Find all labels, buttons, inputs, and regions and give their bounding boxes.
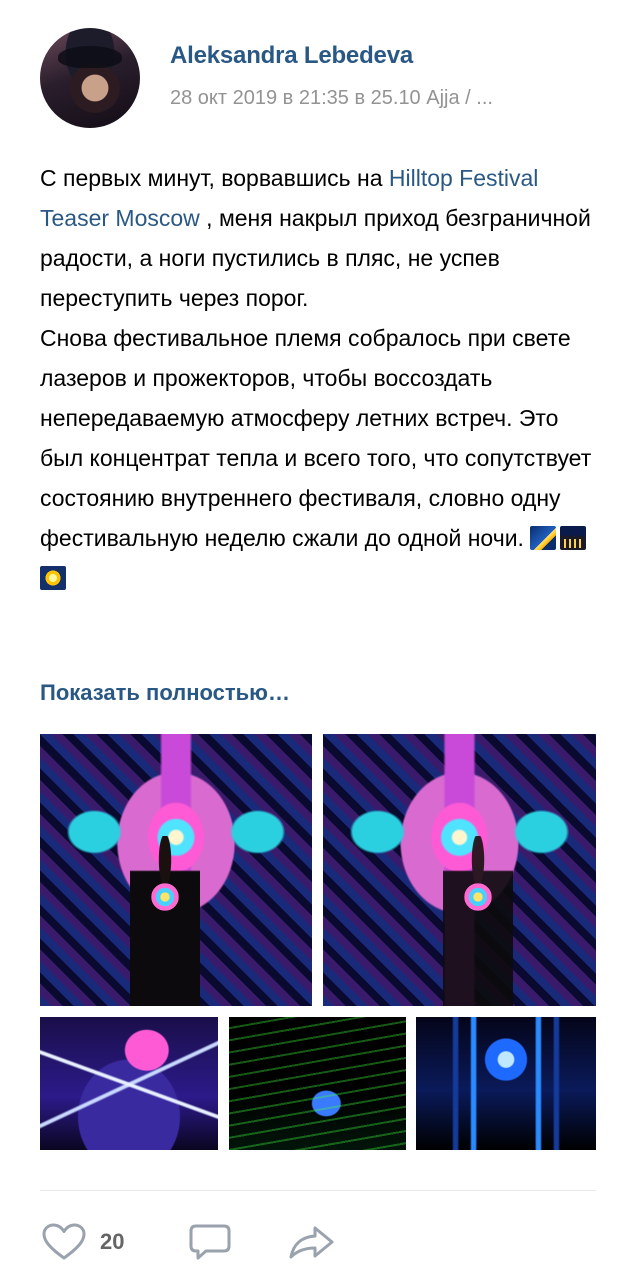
footer-divider (40, 1190, 596, 1191)
photo-2[interactable] (323, 734, 596, 1006)
person-silhouette (130, 836, 200, 1006)
person-silhouette (443, 836, 513, 1006)
comet-emoji (530, 526, 557, 550)
photo-5[interactable] (416, 1017, 596, 1150)
post-text-body: Снова фестивальное племя собралось при с… (40, 325, 592, 551)
like-button[interactable]: 20 (40, 1222, 124, 1262)
heart-icon (40, 1222, 88, 1262)
photo-4[interactable] (229, 1017, 406, 1150)
wall-post: Aleksandra Lebedeva 28 окт 2019 в 21:35 … (0, 0, 637, 1283)
comment-button[interactable] (188, 1222, 232, 1262)
like-count: 20 (100, 1229, 125, 1254)
night-city-emoji (560, 526, 587, 550)
share-arrow-icon (287, 1222, 337, 1262)
shirt-print (463, 880, 493, 914)
author-avatar[interactable] (40, 28, 140, 128)
post-text: С первых минут, ворвавшись на Hilltop Fe… (40, 158, 600, 598)
author-name[interactable]: Aleksandra Lebedeva (170, 42, 413, 70)
post-text-intro: С первых минут, ворвавшись на (40, 165, 389, 191)
photo-1[interactable] (40, 734, 312, 1006)
shirt-print (150, 880, 180, 914)
sparkle-emoji (40, 566, 66, 590)
comment-bubble-icon (188, 1222, 232, 1262)
post-meta[interactable]: 28 окт 2019 в 21:35 в 25.10 Ajja / ... (170, 87, 590, 110)
photo-3[interactable] (40, 1017, 218, 1150)
show-more-link[interactable]: Показать полностью… (40, 680, 290, 706)
share-button[interactable] (287, 1222, 337, 1262)
